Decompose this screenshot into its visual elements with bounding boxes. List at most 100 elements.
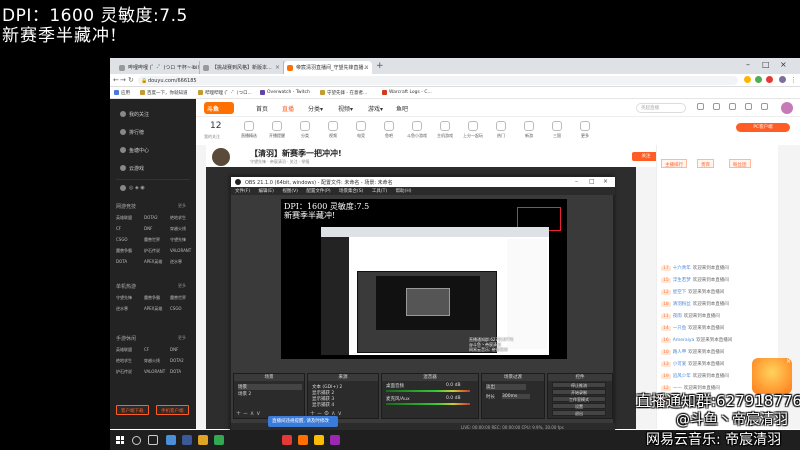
chat-tab[interactable]: 贵宾 [697, 159, 714, 168]
chat-tab[interactable]: 粉丝团 [729, 159, 751, 168]
mobile-client-button[interactable]: 手机客户端 [156, 405, 189, 415]
close-icon[interactable]: × [364, 64, 369, 71]
folder-icon[interactable] [198, 435, 208, 445]
bookmark-item[interactable]: 百度一下，你就知道 [140, 90, 188, 96]
back-icon[interactable]: ← [113, 76, 119, 84]
bookmark-item[interactable]: 守望先锋 - 在意者... [320, 90, 367, 96]
broadcast-icon[interactable] [760, 102, 769, 111]
studio-mode-button[interactable]: 工作室模式 [552, 396, 606, 402]
menu-item[interactable]: 配置文件(P) [306, 189, 330, 194]
menu-item[interactable]: 文件(F) [235, 189, 250, 194]
game-link[interactable]: 英雄联盟 [116, 215, 132, 221]
menu-item[interactable]: 帮助(H) [396, 189, 412, 194]
game-link[interactable]: 炉石传说 [144, 248, 160, 254]
douyu-logo[interactable]: 斗鱼 [204, 102, 234, 114]
sidebar-shortcuts[interactable]: ◎ ◈ ◉ [120, 185, 145, 191]
game-link[interactable]: 守望先锋 [170, 237, 186, 243]
start-record-button[interactable]: 开始录制 [552, 389, 606, 395]
game-link[interactable]: APEX英雄 [144, 306, 162, 312]
browser-tab[interactable]: 【挑战赛到风格】新版本... × [200, 61, 284, 74]
extension-icon[interactable] [755, 76, 762, 83]
obs-preview[interactable]: DPI：1600 灵敏度:7.5 新赛季半藏冲! 直播通知群:627918776… [281, 199, 567, 359]
category-item[interactable]: 更多 [572, 121, 598, 139]
chat-user[interactable]: 清羽粉丝 [673, 302, 691, 307]
game-link[interactable]: CSGO [170, 306, 182, 311]
chat-user[interactable]: 一只鱼 [673, 326, 687, 331]
game-link[interactable]: 逆水寒 [170, 259, 182, 265]
forward-icon[interactable]: → [120, 76, 126, 84]
minimize-icon[interactable]: – [746, 60, 750, 69]
game-link[interactable]: 魔兽世界 [170, 295, 186, 301]
game-link[interactable]: 穿越火线 [144, 358, 160, 364]
avatar[interactable] [781, 102, 793, 114]
notification-toast[interactable]: 直播间违规提醒, 请及时修改 [268, 416, 338, 427]
exit-button[interactable]: 退出 [552, 410, 606, 416]
profile-icon[interactable] [779, 76, 786, 83]
sidebar-more-link[interactable]: 更多 [178, 335, 186, 341]
follow-icon[interactable] [712, 102, 721, 111]
category-item[interactable]: 开播提醒 [264, 121, 290, 139]
nav-category[interactable]: 分类▾ [308, 104, 323, 113]
source-item[interactable]: 显示捕获 4 [312, 402, 334, 408]
chat-tab[interactable]: 主播排行 [661, 159, 687, 168]
maximize-icon[interactable]: □ [762, 60, 770, 69]
game-link[interactable]: CF [116, 226, 121, 231]
game-link[interactable]: DNF [170, 347, 178, 352]
sidebar-item-follow[interactable]: 我的关注 [120, 111, 149, 118]
transition-select[interactable]: 淡出 [486, 384, 526, 390]
category-item[interactable]: 上分一起玩 [460, 121, 486, 139]
chat-user[interactable]: 浮生若梦 [673, 278, 691, 283]
sidebar-item-cloud-game[interactable]: 云游戏 [120, 165, 144, 172]
nav-home[interactable]: 首页 [256, 104, 268, 113]
bookmark-item[interactable]: Overwatch - Twitch [260, 90, 310, 95]
sidebar-item-pond[interactable]: 鱼塘中心 [120, 147, 149, 154]
star-icon[interactable] [744, 76, 751, 83]
client-download-button[interactable]: 客户端下载 [116, 405, 149, 415]
nav-video[interactable]: 视频▾ [338, 104, 353, 113]
url-field[interactable]: 🔒 douyu.com/666185 [138, 76, 738, 85]
close-window-icon[interactable]: × [603, 178, 608, 185]
chat-user[interactable]: 追风少年 [673, 374, 691, 379]
game-link[interactable]: 魔兽争霸 [116, 248, 132, 254]
category-item[interactable]: 三国 [544, 121, 570, 139]
search-icon[interactable] [132, 436, 141, 445]
menu-item[interactable]: 场景集合(S) [339, 189, 363, 194]
scene-toolbar[interactable]: + − ∧ ∨ [236, 410, 261, 417]
bookmark-item[interactable]: Warcraft Logs - C... [382, 90, 432, 95]
stop-stream-button[interactable]: 停止推流 [552, 382, 606, 388]
nav-game[interactable]: 游戏▾ [368, 104, 383, 113]
close-icon[interactable]: × [275, 64, 280, 71]
douyu-search-input[interactable]: 英超直播 [636, 103, 686, 113]
message-icon[interactable] [728, 102, 737, 111]
promo-badge[interactable]: × [752, 358, 792, 394]
game-link[interactable]: DOTA2 [144, 215, 158, 220]
chrome-icon[interactable] [314, 435, 324, 445]
nav-live[interactable]: 直播 [282, 104, 294, 113]
app-icon[interactable] [182, 435, 192, 445]
game-link[interactable]: CF [144, 347, 149, 352]
close-window-icon[interactable]: × [780, 60, 787, 69]
browser-tab[interactable]: 哔哩哔哩 (゜-゜)つロ 干杯~-bil × [116, 61, 200, 74]
game-link[interactable]: DOTA2 [170, 358, 184, 363]
scene-item[interactable]: 场景 2 [238, 391, 251, 397]
minimize-icon[interactable]: – [575, 178, 578, 185]
close-icon[interactable]: × [191, 64, 196, 71]
task-view-icon[interactable] [148, 435, 158, 445]
douyu-icon[interactable] [298, 435, 308, 445]
app-icon[interactable] [330, 435, 340, 445]
menu-item[interactable]: 编辑(E) [259, 189, 274, 194]
chat-user[interactable]: 夜雨 [673, 314, 682, 319]
game-link[interactable]: DNF [144, 226, 152, 231]
game-link[interactable]: 英雄联盟 [116, 347, 132, 353]
game-link[interactable]: VALORANT [144, 369, 165, 374]
category-item[interactable]: 鱼吧 [376, 121, 402, 139]
category-item[interactable]: 热门 [488, 121, 514, 139]
menu-icon[interactable]: ⋮ [790, 76, 797, 84]
windows-start-icon[interactable] [116, 436, 124, 444]
sidebar-more-link[interactable]: 更多 [178, 203, 186, 209]
game-link[interactable]: 魔兽世界 [144, 237, 160, 243]
extension-icon[interactable] [766, 76, 773, 83]
reload-icon[interactable]: ↻ [128, 76, 134, 84]
game-link[interactable]: 炉石传说 [116, 369, 132, 375]
category-item[interactable]: 新游 [516, 121, 542, 139]
